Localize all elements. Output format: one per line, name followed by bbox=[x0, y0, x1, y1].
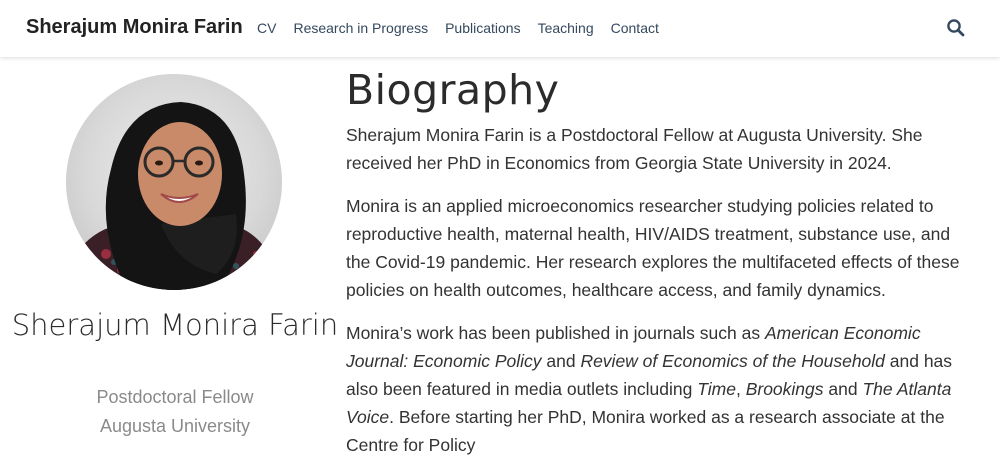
avatar bbox=[66, 74, 282, 290]
biography-text: Sherajum Monira Farin is a Postdoctoral … bbox=[346, 121, 976, 474]
bio-text: and bbox=[823, 379, 863, 399]
search-icon bbox=[947, 19, 965, 37]
bio-paragraph-3: Monira’s work has been published in jour… bbox=[346, 319, 976, 459]
profile-organization: Augusta University bbox=[99, 416, 251, 436]
nav-item-publications[interactable]: Publications bbox=[445, 19, 521, 37]
journal-name: Review of Economics of the Household bbox=[580, 351, 885, 371]
bio-text: . Before starting her PhD, Monira worked… bbox=[346, 407, 945, 455]
nav-item-contact[interactable]: Contact bbox=[611, 19, 659, 37]
profile-sidebar: Sherajum Monira Farin Postdoctoral Fello… bbox=[0, 57, 345, 436]
bio-text: and bbox=[541, 351, 581, 371]
bio-paragraph-2: Monira is an applied microeconomics rese… bbox=[346, 196, 960, 300]
media-outlet: Brookings bbox=[745, 379, 824, 399]
nav-item-research-in-progress[interactable]: Research in Progress bbox=[293, 19, 428, 37]
bio-text: Monira’s work has been published in jour… bbox=[346, 323, 765, 343]
profile-name: Sherajum Monira Farin bbox=[11, 308, 339, 342]
bio-paragraph-1: Sherajum Monira Farin is a Postdoctoral … bbox=[346, 125, 923, 173]
top-navbar: Sherajum Monira Farin CV Research in Pro… bbox=[0, 0, 1000, 57]
profile-photo bbox=[76, 102, 274, 290]
page-title: Biography bbox=[346, 66, 560, 114]
bio-text: , bbox=[735, 379, 746, 399]
profile-role: Postdoctoral Fellow bbox=[96, 387, 254, 407]
main-nav: CV Research in Progress Publications Tea… bbox=[257, 19, 676, 37]
media-outlet: Time bbox=[697, 379, 736, 399]
nav-item-cv[interactable]: CV bbox=[257, 19, 276, 37]
nav-item-teaching[interactable]: Teaching bbox=[538, 19, 594, 37]
biography-section: Biography Sherajum Monira Farin is a Pos… bbox=[346, 57, 976, 455]
search-button[interactable] bbox=[946, 18, 966, 38]
site-brand-link[interactable]: Sherajum Monira Farin bbox=[26, 16, 243, 39]
